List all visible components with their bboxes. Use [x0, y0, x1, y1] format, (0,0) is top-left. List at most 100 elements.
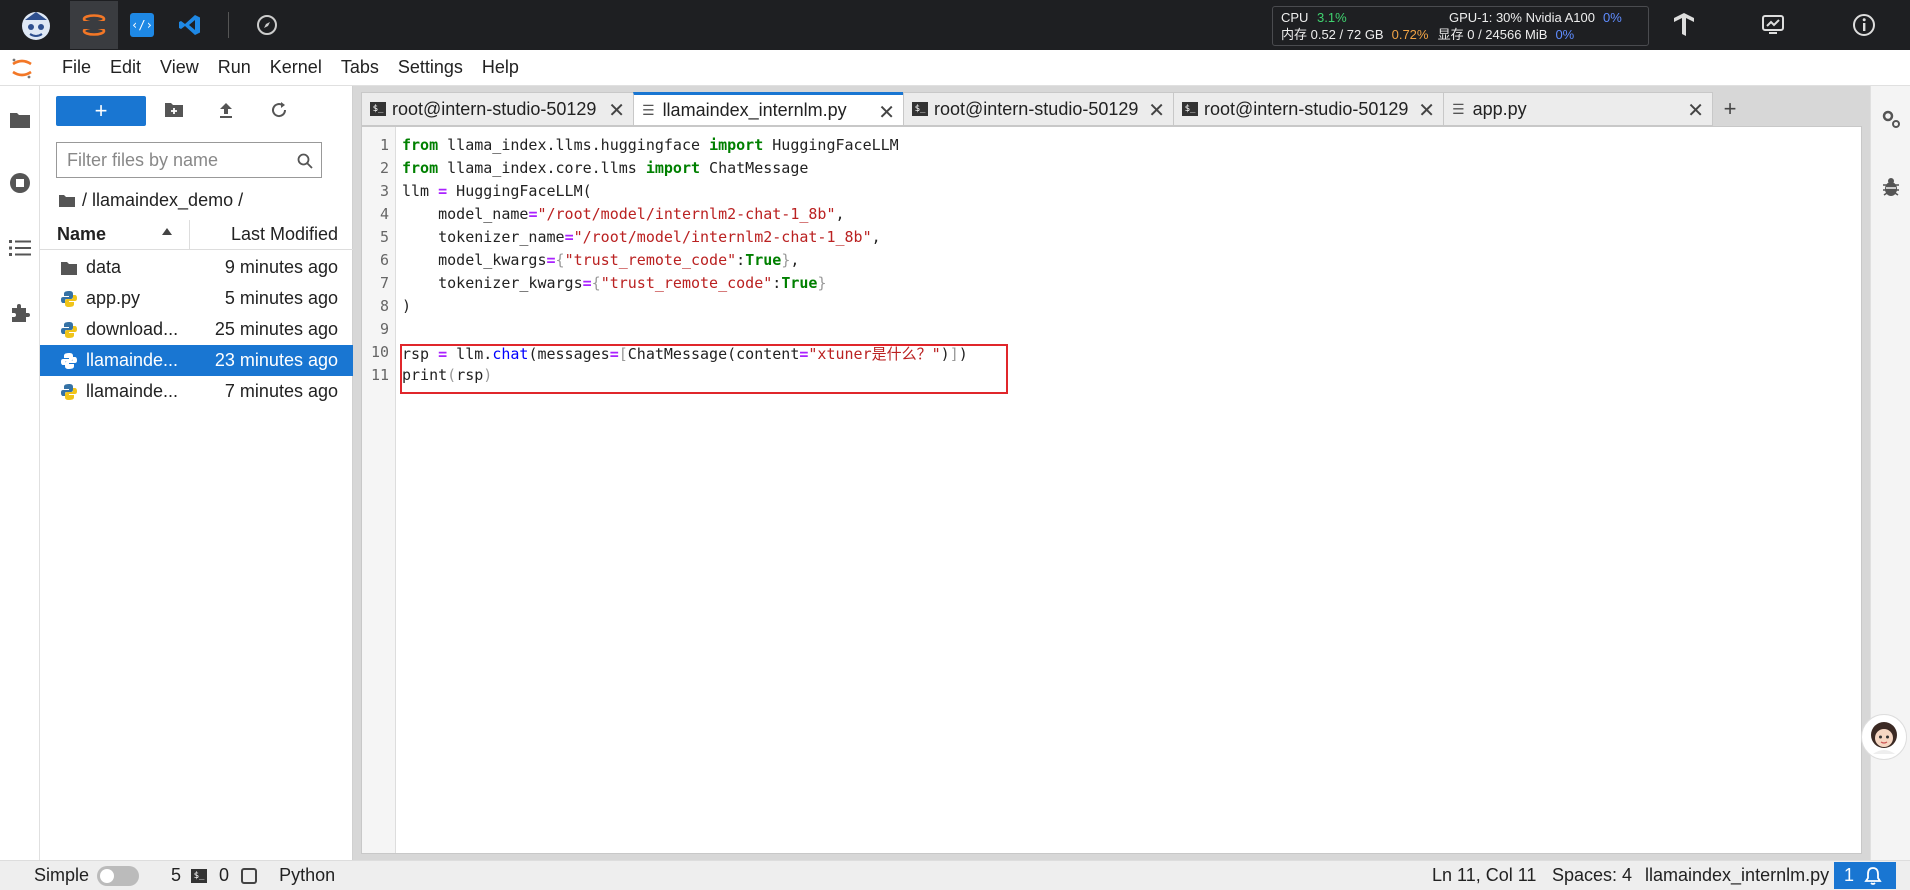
file-name: data [86, 257, 122, 277]
kernel-count[interactable]: 5 [171, 865, 181, 886]
new-folder-icon[interactable] [163, 99, 185, 121]
menu-run[interactable]: Run [218, 57, 251, 78]
text-file-icon: ☰ [642, 101, 655, 118]
tab-terminal-3[interactable]: $_ root@intern-studio-50129 ✕ [1173, 92, 1443, 126]
menu-kernel[interactable]: Kernel [270, 57, 322, 78]
refresh-icon[interactable] [268, 99, 290, 121]
tab-app-py[interactable]: ☰ app.py ✕ [1443, 92, 1713, 126]
monitor-settings-icon[interactable] [1749, 1, 1797, 49]
running-kernels-icon[interactable] [8, 171, 32, 195]
code-line-6: model_kwargs={"trust_remote_code":True}, [402, 251, 800, 269]
line-number: 1 [379, 136, 389, 154]
upload-icon[interactable] [215, 99, 237, 121]
close-icon[interactable]: ✕ [1148, 98, 1165, 123]
kernel-name[interactable]: Python [279, 865, 335, 886]
kernel-status-icon[interactable] [241, 867, 258, 884]
search-icon [297, 153, 313, 169]
simple-mode-toggle[interactable] [97, 865, 140, 886]
menu-bar: File Edit View Run Kernel Tabs Settings … [0, 50, 1910, 86]
compass-icon[interactable] [243, 1, 291, 49]
tab-label: root@intern-studio-50129 [934, 98, 1139, 119]
text-file-icon: ☰ [1452, 100, 1465, 117]
last-modified-column-header[interactable]: Last Modified [231, 224, 338, 245]
tab-label: root@intern-studio-50129 [392, 98, 597, 119]
code-line-4: model_name="/root/model/internlm2-chat-1… [402, 205, 845, 223]
menu-help[interactable]: Help [482, 57, 519, 78]
menu-edit[interactable]: Edit [110, 57, 141, 78]
status-bar: Simple 5 $_ 0 Python Ln 11, Col 11 Space… [0, 860, 1910, 890]
tab-label: llamaindex_internlm.py [662, 99, 847, 120]
close-icon[interactable]: ✕ [878, 100, 895, 125]
add-tab-button[interactable]: + [1713, 92, 1747, 126]
file-modified: 25 minutes ago [214, 319, 338, 339]
code-editor[interactable]: 1 2 3 4 5 6 7 8 9 10 11 from llama_index… [361, 126, 1862, 854]
tab-terminal-1[interactable]: $_ root@intern-studio-50129 ✕ [361, 92, 633, 126]
code-line-1: from llama_index.llms.huggingface import… [402, 136, 899, 154]
assistant-avatar[interactable] [1861, 714, 1907, 760]
tab-label: root@intern-studio-50129 [1204, 98, 1409, 119]
tab-llamaindex-internlm[interactable]: ☰ llamaindex_internlm.py ✕ [633, 92, 903, 126]
menu-file[interactable]: File [62, 57, 91, 78]
jupyter-icon[interactable] [70, 1, 118, 49]
code-line-5: tokenizer_name="/root/model/internlm2-ch… [402, 228, 881, 246]
file-row-download[interactable]: download... 25 minutes ago [40, 314, 353, 345]
code-line-8: ) [402, 297, 412, 315]
menu-tabs[interactable]: Tabs [341, 57, 379, 78]
file-modified: 9 minutes ago [224, 257, 338, 277]
line-number: 3 [379, 182, 389, 200]
line-number: 5 [379, 228, 389, 246]
code-line-3: llm = HuggingFaceLLM( [402, 182, 592, 200]
indent-spaces[interactable]: Spaces: 4 [1552, 865, 1632, 886]
file-row-app-py[interactable]: app.py 5 minutes ago [40, 283, 353, 314]
tab-terminal-2[interactable]: $_ root@intern-studio-50129 ✕ [903, 92, 1173, 126]
property-inspector-gear-icon[interactable] [1880, 108, 1902, 130]
breadcrumb-path: / llamaindex_demo / [82, 190, 244, 210]
terminal-icon: $_ [1182, 102, 1198, 116]
bell-icon [1864, 866, 1882, 885]
close-icon[interactable]: ✕ [608, 98, 625, 123]
extensions-puzzle-icon[interactable] [8, 301, 32, 325]
debugger-bug-icon[interactable] [1881, 176, 1901, 198]
table-of-contents-icon[interactable] [8, 236, 32, 260]
line-number: 7 [379, 274, 389, 292]
tensorflow-icon[interactable] [1660, 1, 1708, 49]
code-editor-icon[interactable]: ‹/› [118, 1, 166, 49]
filter-files-input[interactable]: Filter files by name [56, 142, 322, 178]
line-number: 11 [370, 366, 389, 384]
terminal-count[interactable]: 0 [219, 865, 229, 886]
right-sidebar-rail [1861, 86, 1910, 860]
name-column-header[interactable]: Name [57, 224, 106, 245]
python-file-icon [61, 353, 77, 369]
status-filename: llamaindex_internlm.py [1645, 865, 1830, 885]
vram-value: 0% [1555, 27, 1575, 42]
intern-logo-icon[interactable] [12, 1, 60, 49]
file-modified: 5 minutes ago [224, 288, 338, 308]
file-row-llamaindex-selected[interactable]: llamainde... 23 minutes ago [40, 345, 353, 376]
filter-placeholder: Filter files by name [67, 149, 219, 170]
line-number: 6 [379, 251, 389, 269]
line-number: 2 [379, 159, 389, 177]
new-launcher-button[interactable]: + [56, 96, 146, 126]
menu-settings[interactable]: Settings [398, 57, 463, 78]
top-toolbar: ‹/› CPU 3.1% GPU-1: 30% Nvidia A100 0% 内… [0, 0, 1910, 50]
menu-view[interactable]: View [160, 57, 199, 78]
code-line-7: tokenizer_kwargs={"trust_remote_code":Tr… [402, 274, 827, 292]
breadcrumb[interactable]: / llamaindex_demo / [58, 190, 243, 211]
info-icon[interactable] [1840, 1, 1888, 49]
vscode-icon[interactable] [166, 1, 214, 49]
file-browser-panel: + Filter files by name / llamaindex_demo… [40, 86, 353, 860]
file-row-llamaindex[interactable]: llamainde... 7 minutes ago [40, 376, 353, 407]
file-name: download... [86, 319, 179, 339]
file-list-header: Name Last Modified [40, 220, 353, 250]
folder-icon[interactable] [8, 108, 32, 132]
file-name: llamainde... [86, 350, 179, 370]
cpu-value: 3.1% [1317, 10, 1347, 25]
line-number: 10 [370, 343, 389, 361]
file-row-data[interactable]: data 9 minutes ago [40, 252, 353, 283]
close-icon[interactable]: ✕ [1687, 98, 1704, 123]
notifications-button[interactable]: 1 [1834, 862, 1896, 889]
line-number: 9 [379, 320, 389, 338]
cursor-position[interactable]: Ln 11, Col 11 [1432, 865, 1536, 886]
close-icon[interactable]: ✕ [1418, 98, 1435, 123]
sort-asc-icon [162, 228, 172, 235]
